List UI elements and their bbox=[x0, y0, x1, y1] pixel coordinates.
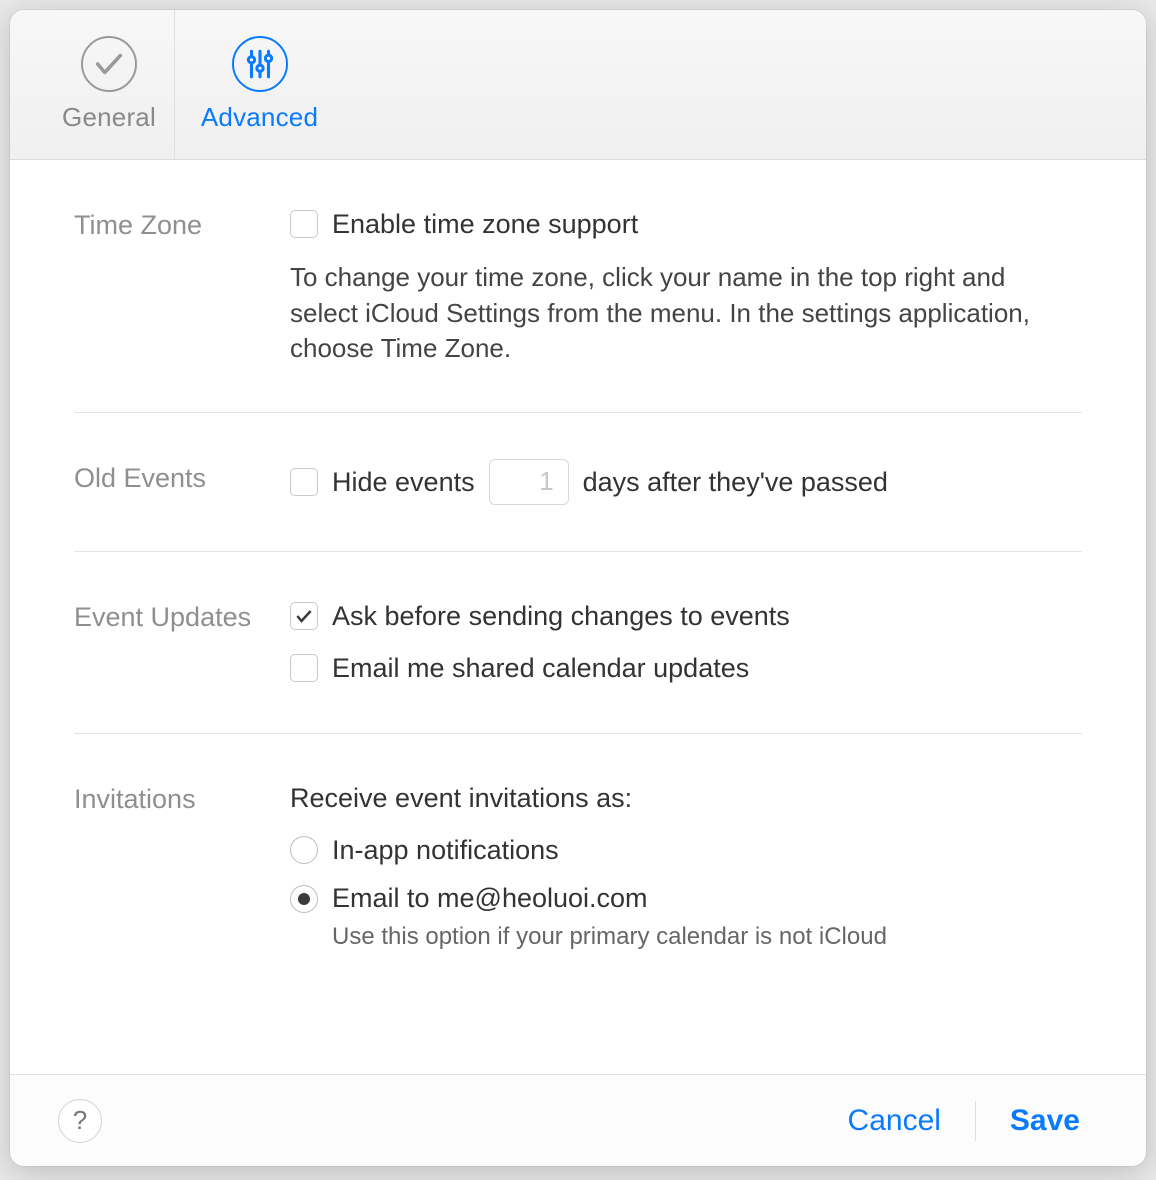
label-invitations-intro: Receive event invitations as: bbox=[290, 780, 632, 816]
save-button[interactable]: Save bbox=[992, 1098, 1098, 1144]
tab-general-label: General bbox=[62, 102, 156, 133]
sliders-icon bbox=[232, 36, 288, 92]
section-invitations: Invitations Receive event invitations as… bbox=[74, 734, 1082, 984]
label-hide-events-suffix: days after they've passed bbox=[583, 464, 888, 500]
section-event-updates: Event Updates Ask before sending changes… bbox=[74, 552, 1082, 734]
help-icon: ? bbox=[73, 1105, 87, 1136]
check-circle-icon bbox=[81, 36, 137, 92]
tab-advanced-label: Advanced bbox=[201, 102, 318, 133]
label-hide-events-prefix: Hide events bbox=[332, 464, 475, 500]
tab-bar: General Advanced bbox=[10, 10, 1146, 160]
label-email-shared-updates: Email me shared calendar updates bbox=[332, 650, 749, 686]
radio-email[interactable] bbox=[290, 885, 318, 913]
label-email: Email to me@heoluoi.com bbox=[332, 880, 648, 916]
checkbox-hide-events[interactable] bbox=[290, 468, 318, 496]
label-ask-before-sending: Ask before sending changes to events bbox=[332, 598, 790, 634]
section-old-events: Old Events Hide events days after they'v… bbox=[74, 413, 1082, 552]
input-hide-days[interactable] bbox=[489, 459, 569, 505]
heading-invitations: Invitations bbox=[74, 780, 290, 817]
label-inapp: In-app notifications bbox=[332, 832, 559, 868]
checkbox-ask-before-sending[interactable] bbox=[290, 602, 318, 630]
tab-advanced[interactable]: Advanced bbox=[174, 10, 344, 159]
footer: ? Cancel Save bbox=[10, 1074, 1146, 1166]
content-area: Time Zone Enable time zone support To ch… bbox=[10, 160, 1146, 1074]
section-timezone: Time Zone Enable time zone support To ch… bbox=[74, 160, 1082, 413]
help-button[interactable]: ? bbox=[58, 1099, 102, 1143]
checkbox-enable-timezone[interactable] bbox=[290, 210, 318, 238]
help-timezone: To change your time zone, click your nam… bbox=[290, 260, 1070, 365]
heading-timezone: Time Zone bbox=[74, 206, 290, 243]
radio-inapp[interactable] bbox=[290, 836, 318, 864]
tab-general[interactable]: General bbox=[44, 10, 174, 159]
heading-event-updates: Event Updates bbox=[74, 598, 290, 635]
checkbox-email-shared-updates[interactable] bbox=[290, 654, 318, 682]
preferences-window: General Advanced Time Zone En bbox=[10, 10, 1146, 1166]
cancel-button[interactable]: Cancel bbox=[830, 1098, 959, 1144]
note-email: Use this option if your primary calendar… bbox=[332, 921, 1082, 953]
heading-old-events: Old Events bbox=[74, 459, 290, 496]
footer-separator bbox=[975, 1101, 976, 1141]
label-enable-timezone: Enable time zone support bbox=[332, 206, 638, 242]
